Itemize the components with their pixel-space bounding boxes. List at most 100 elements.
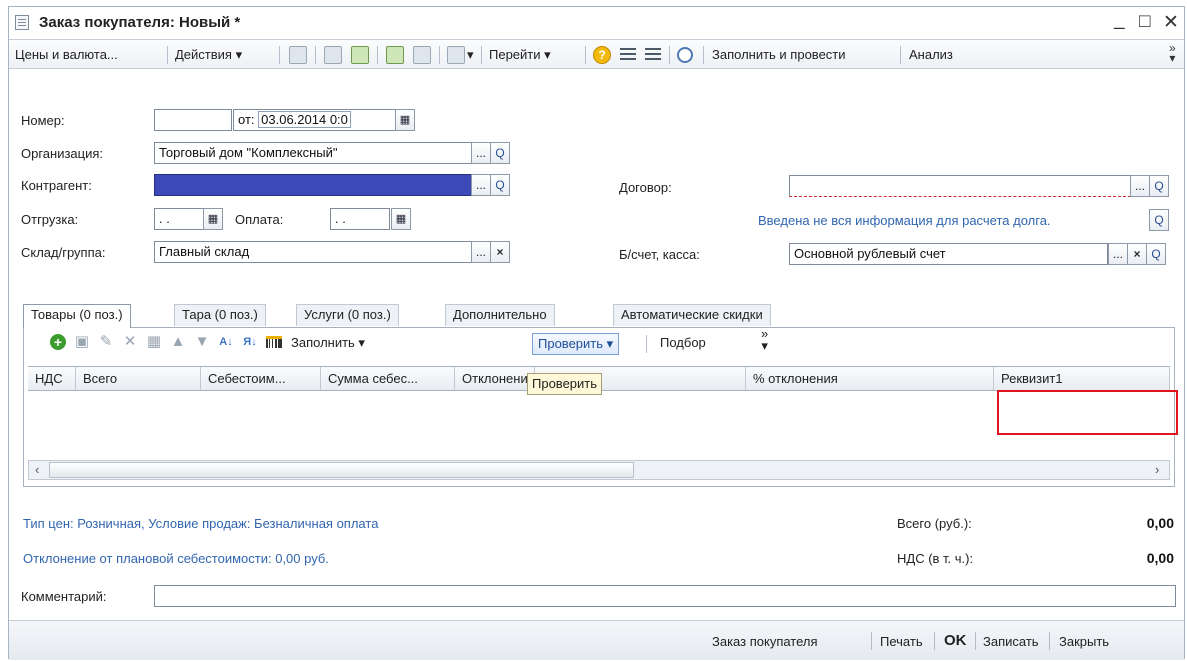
shipment-date-field[interactable]: . . [154, 208, 204, 230]
fill-and-post-button[interactable]: Заполнить и провести [712, 47, 846, 62]
search-icon[interactable]: Q [490, 174, 510, 196]
chevron-down-icon[interactable]: ▾ [467, 47, 474, 63]
end-edit-icon[interactable]: ▦ [146, 334, 162, 350]
number-field[interactable] [154, 109, 232, 131]
tab-services[interactable]: Услуги (0 поз.) [296, 304, 399, 326]
warehouse-field[interactable]: Главный склад [154, 241, 472, 263]
copy-row-icon[interactable]: ▣ [74, 334, 90, 350]
counterparty-field[interactable] [154, 174, 472, 196]
bottom-separator [871, 632, 872, 650]
column-vat[interactable]: НДС [28, 367, 76, 390]
ok-button[interactable]: OK [944, 632, 967, 649]
move-up-icon[interactable]: ▲ [170, 334, 186, 350]
payment-date-field[interactable]: . . [330, 208, 390, 230]
toolbar-separator [279, 46, 280, 64]
window-title: Заказ покупателя: Новый * [39, 14, 241, 31]
bottom-separator [934, 632, 935, 650]
add-row-icon[interactable]: + [50, 334, 66, 350]
toolbar-separator [315, 46, 316, 64]
toolbar-separator [900, 46, 901, 64]
account-select-button[interactable]: ... [1108, 243, 1128, 265]
search-icon[interactable]: Q [490, 142, 510, 164]
actions-menu[interactable]: Действия ▾ [175, 47, 242, 63]
customer-order-button[interactable]: Заказ покупателя [712, 634, 818, 649]
new-document-icon[interactable] [351, 46, 369, 64]
clear-icon[interactable]: × [1127, 243, 1147, 265]
selection-button[interactable]: Подбор [655, 333, 711, 355]
organization-select-button[interactable]: ... [471, 142, 491, 164]
column-attribute1[interactable]: Реквизит1 [994, 367, 1170, 390]
history-icon[interactable] [677, 47, 693, 63]
edit-row-icon[interactable]: ✎ [98, 334, 114, 350]
account-field[interactable]: Основной рублевый счет [789, 243, 1108, 265]
structure-icon[interactable] [447, 46, 465, 64]
organization-field[interactable]: Торговый дом "Комплексный" [154, 142, 472, 164]
toolbar-separator [703, 46, 704, 64]
column-total[interactable]: Всего [76, 367, 201, 390]
column-cost-sum[interactable]: Сумма себес... [321, 367, 455, 390]
fill-menu[interactable]: Заполнить ▾ [286, 333, 370, 355]
column-cost[interactable]: Себестоим... [201, 367, 321, 390]
sort-ascending-icon[interactable]: A↓ [218, 334, 234, 350]
minimize-button[interactable]: _ [1114, 9, 1125, 31]
bottom-separator [1049, 632, 1050, 650]
shipment-label: Отгрузка: [21, 212, 79, 227]
calendar-icon[interactable]: ▦ [391, 208, 411, 230]
copy-icon[interactable] [324, 46, 342, 64]
clear-icon[interactable]: × [490, 241, 510, 263]
unpost-icon[interactable] [413, 46, 431, 64]
print-button[interactable]: Печать [880, 634, 923, 649]
column-deviation-percent[interactable]: % отклонения [746, 367, 994, 390]
warehouse-select-button[interactable]: ... [471, 241, 491, 263]
analysis-button[interactable]: Анализ [909, 47, 953, 62]
toolbar-separator [167, 46, 168, 64]
tab-goods[interactable]: Товары (0 поз.) [23, 304, 131, 328]
grid-toolbar-overflow-icon[interactable]: » ▾ [756, 327, 773, 352]
save-button[interactable]: Записать [983, 634, 1039, 649]
bottom-separator [975, 632, 976, 650]
toolbar-overflow-icon[interactable]: » ▾ [1169, 42, 1176, 64]
contract-select-button[interactable]: ... [1130, 175, 1150, 197]
tab-containers[interactable]: Тара (0 поз.) [174, 304, 266, 326]
prices-currency-button[interactable]: Цены и валюта... [15, 47, 118, 62]
move-down-icon[interactable]: ▼ [194, 334, 210, 350]
date-field[interactable]: от: 03.06.2014 0:0 [233, 109, 397, 131]
search-icon[interactable]: Q [1149, 175, 1169, 197]
scroll-left-icon[interactable]: ‹ [35, 462, 39, 477]
save-icon[interactable] [289, 46, 307, 64]
help-icon[interactable]: ? [593, 46, 611, 64]
maximize-button[interactable]: □ [1139, 11, 1150, 33]
sort-descending-icon[interactable]: Я↓ [242, 334, 258, 350]
navigate-menu[interactable]: Перейти ▾ [489, 47, 551, 63]
scrollbar-thumb[interactable] [49, 462, 634, 478]
check-menu[interactable]: Проверить ▾ [532, 333, 620, 355]
close-window-button[interactable]: ✕ [1163, 11, 1179, 34]
barcode-icon[interactable] [266, 336, 282, 348]
cost-deviation-link[interactable]: Отклонение от плановой себестоимости: 0,… [23, 551, 329, 566]
search-icon[interactable]: Q [1146, 243, 1166, 265]
grid-horizontal-scrollbar[interactable]: ‹ › [28, 460, 1170, 480]
post-icon[interactable] [386, 46, 404, 64]
calendar-icon[interactable]: ▦ [395, 109, 415, 131]
organization-label: Организация: [21, 146, 104, 161]
delete-row-icon[interactable]: ✕ [122, 334, 138, 350]
debt-info-link[interactable]: Введена не вся информация для расчета до… [758, 213, 1051, 228]
vat-value: 0,00 [1146, 550, 1174, 566]
column-deviation[interactable]: Отклонени [455, 367, 535, 390]
toolbar-separator [585, 46, 586, 64]
close-button[interactable]: Закрыть [1059, 634, 1109, 649]
search-icon[interactable]: Q [1149, 209, 1169, 231]
tab-additional[interactable]: Дополнительно [445, 304, 555, 326]
comment-field[interactable] [154, 585, 1176, 607]
payment-label: Оплата: [235, 212, 284, 227]
contract-field[interactable] [789, 175, 1131, 197]
counterparty-label: Контрагент: [21, 178, 92, 193]
price-info-link[interactable]: Тип цен: Розничная, Условие продаж: Безн… [23, 516, 378, 531]
settings-list-icon[interactable] [645, 48, 661, 62]
scroll-right-icon[interactable]: › [1155, 462, 1159, 477]
list-view-icon[interactable] [620, 48, 636, 62]
tab-auto-discounts[interactable]: Автоматические скидки [613, 304, 771, 326]
calendar-icon[interactable]: ▦ [203, 208, 223, 230]
counterparty-select-button[interactable]: ... [471, 174, 491, 196]
vat-label: НДС (в т. ч.): [897, 551, 974, 566]
